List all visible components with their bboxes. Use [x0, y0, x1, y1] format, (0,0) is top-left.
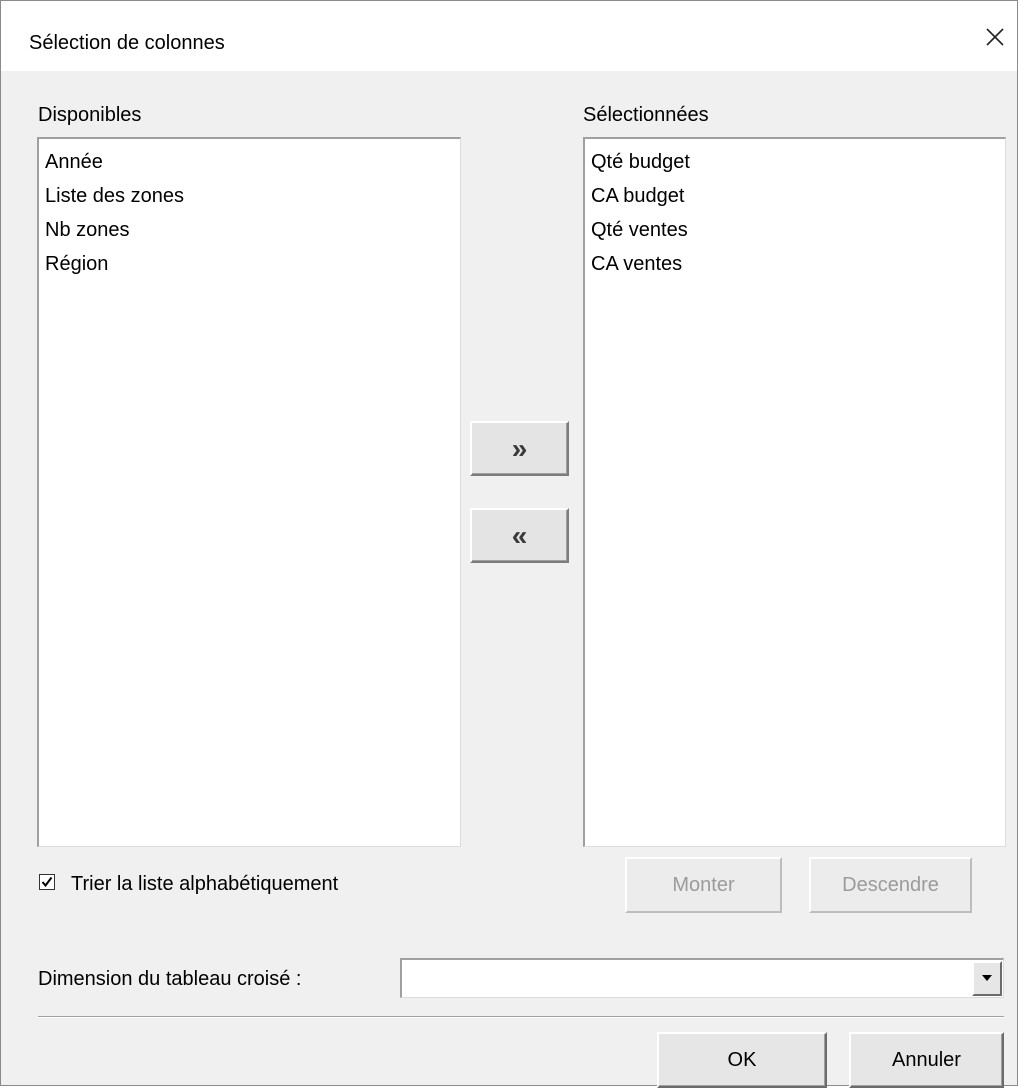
- close-button[interactable]: [973, 15, 1017, 59]
- move-down-label: Descendre: [842, 873, 939, 896]
- footer-divider: [38, 1016, 1004, 1018]
- move-up-label: Monter: [672, 873, 735, 896]
- list-item[interactable]: Nb zones: [39, 213, 460, 247]
- chevron-down-icon: [982, 975, 992, 981]
- selected-label: Sélectionnées: [583, 104, 709, 126]
- list-item[interactable]: Qté ventes: [585, 213, 1005, 247]
- checkmark-icon: [41, 876, 53, 888]
- move-up-button[interactable]: Monter: [625, 857, 782, 913]
- column-selection-dialog: Sélection de colonnes Disponibles Sélect…: [0, 0, 1018, 1088]
- ok-button[interactable]: OK: [657, 1032, 827, 1088]
- remove-column-label: «: [511, 519, 528, 551]
- pivot-dimension-label: Dimension du tableau croisé :: [38, 968, 302, 990]
- dropdown-button[interactable]: [972, 961, 1002, 996]
- add-column-label: »: [511, 432, 528, 464]
- title-bar: Sélection de colonnes: [1, 1, 1017, 71]
- available-label: Disponibles: [38, 104, 142, 126]
- cancel-label: Annuler: [892, 1048, 961, 1071]
- list-item[interactable]: Liste des zones: [39, 179, 460, 213]
- list-item[interactable]: Région: [39, 247, 460, 281]
- dialog-title: Sélection de colonnes: [29, 32, 225, 54]
- ok-label: OK: [727, 1048, 757, 1071]
- add-column-button[interactable]: »: [470, 421, 569, 476]
- close-icon: [986, 28, 1004, 46]
- sort-alphabetically-checkbox[interactable]: [39, 874, 55, 890]
- move-down-button[interactable]: Descendre: [809, 857, 972, 913]
- available-listbox[interactable]: Année Liste des zones Nb zones Région: [37, 137, 461, 847]
- sort-alphabetically-label: Trier la liste alphabétiquement: [71, 873, 339, 895]
- selected-listbox[interactable]: Qté budget CA budget Qté ventes CA vente…: [583, 137, 1006, 847]
- list-item[interactable]: CA budget: [585, 179, 1005, 213]
- list-item[interactable]: CA ventes: [585, 247, 1005, 281]
- list-item[interactable]: Qté budget: [585, 145, 1005, 179]
- pivot-dimension-select[interactable]: [400, 958, 1004, 998]
- list-item[interactable]: Année: [39, 145, 460, 179]
- cancel-button[interactable]: Annuler: [849, 1032, 1004, 1088]
- remove-column-button[interactable]: «: [470, 508, 569, 563]
